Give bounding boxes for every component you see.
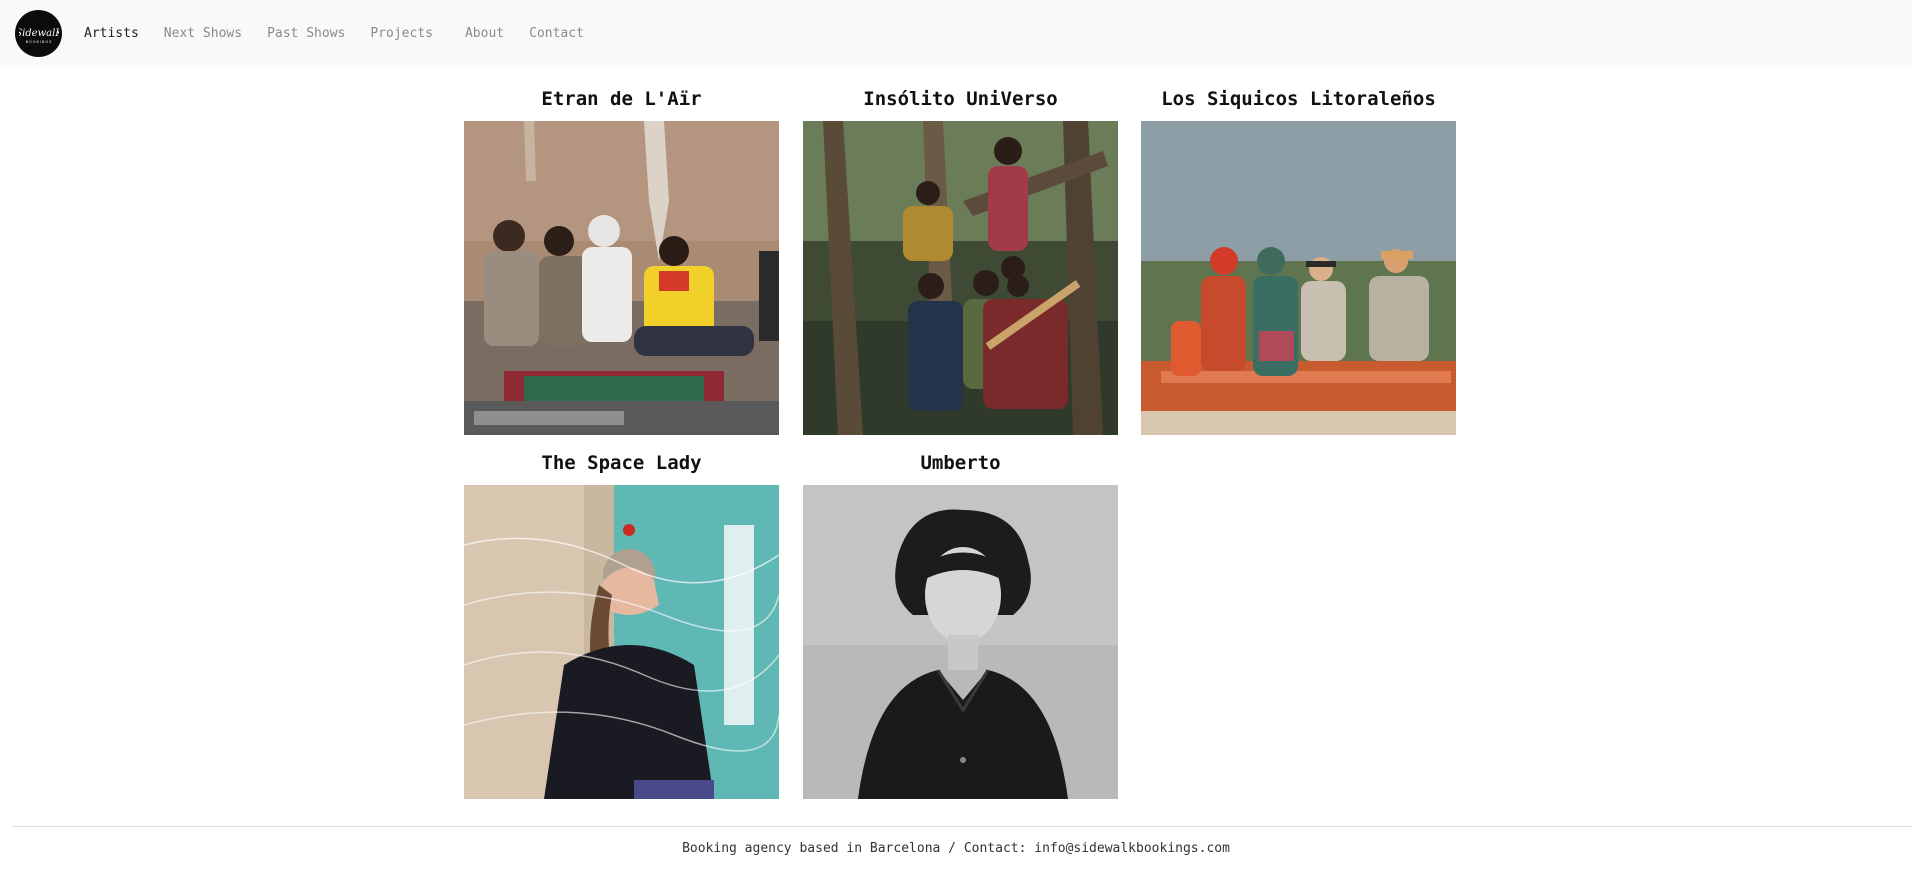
artist-card-etran-de-lair[interactable]: Etran de L'Aïr [464, 87, 779, 435]
artist-card-umberto[interactable]: Umberto [803, 451, 1118, 799]
navbar: SidewalK BOOKINGS Artists Next Shows Pas… [0, 0, 1912, 67]
nav-link-contact[interactable]: Contact [529, 26, 584, 41]
artist-card-insolito-universo[interactable]: Insólito UniVerso [803, 87, 1118, 435]
artist-title[interactable]: Los Siquicos Litoraleños [1141, 87, 1456, 111]
artist-photo-image [803, 485, 1118, 799]
artist-photo[interactable] [1141, 121, 1456, 435]
footer-text: Booking agency based in Barcelona / Cont… [682, 841, 1230, 856]
artist-card-los-siquicos-litoralenos[interactable]: Los Siquicos Litoraleños [1141, 87, 1456, 435]
nav-link-artists[interactable]: Artists [84, 26, 139, 41]
footer-divider [12, 826, 1912, 827]
artist-photo-image [803, 121, 1118, 435]
artist-card-the-space-lady[interactable]: The Space Lady [464, 451, 779, 799]
artist-title[interactable]: Insólito UniVerso [803, 87, 1118, 111]
artist-photo[interactable] [464, 485, 779, 799]
nav-link-past-shows[interactable]: Past Shows [267, 26, 345, 41]
artist-photo[interactable] [803, 121, 1118, 435]
artist-photo-image [464, 485, 779, 799]
nav-links: Artists Next Shows Past Shows Projects A… [84, 26, 609, 41]
nav-link-next-shows[interactable]: Next Shows [164, 26, 242, 41]
artist-photo[interactable] [464, 121, 779, 435]
nav-link-projects[interactable]: Projects [370, 26, 433, 41]
logo-subtext: BOOKINGS [25, 40, 52, 44]
artist-photo-image [464, 121, 779, 435]
sidewalk-logo[interactable]: SidewalK BOOKINGS [15, 10, 62, 57]
artist-title[interactable]: The Space Lady [464, 451, 779, 475]
artist-photo-image [1141, 121, 1456, 435]
artist-title[interactable]: Etran de L'Aïr [464, 87, 779, 111]
artist-photo[interactable] [803, 485, 1118, 799]
nav-link-about[interactable]: About [465, 26, 504, 41]
artist-title[interactable]: Umberto [803, 451, 1118, 475]
logo-text: SidewalK [19, 28, 59, 39]
logo-mark-icon: SidewalK BOOKINGS [19, 28, 59, 44]
